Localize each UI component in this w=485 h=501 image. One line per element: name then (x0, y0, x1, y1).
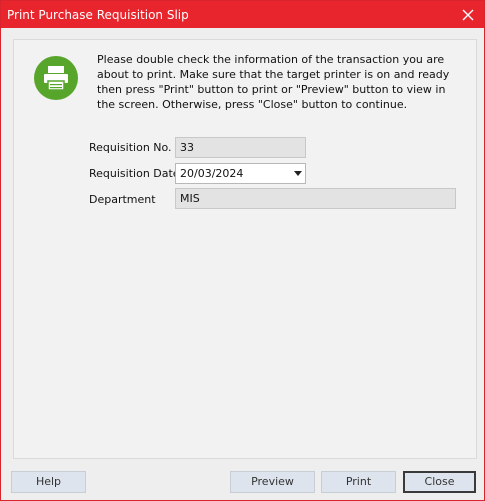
requisition-no-label: Requisition No. (89, 141, 172, 154)
dialog-window: Print Purchase Requisition Slip Please d… (0, 0, 485, 501)
requisition-date-value: 20/03/2024 (180, 167, 244, 180)
content-panel: Please double check the information of t… (13, 39, 477, 459)
window-title: Print Purchase Requisition Slip (7, 8, 189, 22)
help-button[interactable]: Help (11, 471, 86, 493)
dialog-body: Please double check the information of t… (2, 28, 483, 500)
requisition-date-combo[interactable]: 20/03/2024 (175, 163, 306, 184)
department-label: Department (89, 193, 156, 206)
preview-button[interactable]: Preview (230, 471, 315, 493)
requisition-date-label: Requisition Date (89, 167, 180, 180)
chevron-down-icon[interactable] (291, 164, 305, 183)
close-button[interactable]: Close (403, 471, 476, 493)
title-bar[interactable]: Print Purchase Requisition Slip (1, 1, 484, 28)
printer-icon (34, 56, 78, 100)
close-icon[interactable] (452, 1, 484, 28)
print-button[interactable]: Print (321, 471, 396, 493)
department-field[interactable]: MIS (175, 188, 456, 209)
instruction-message: Please double check the information of t… (97, 53, 450, 111)
requisition-no-field[interactable]: 33 (175, 137, 306, 158)
